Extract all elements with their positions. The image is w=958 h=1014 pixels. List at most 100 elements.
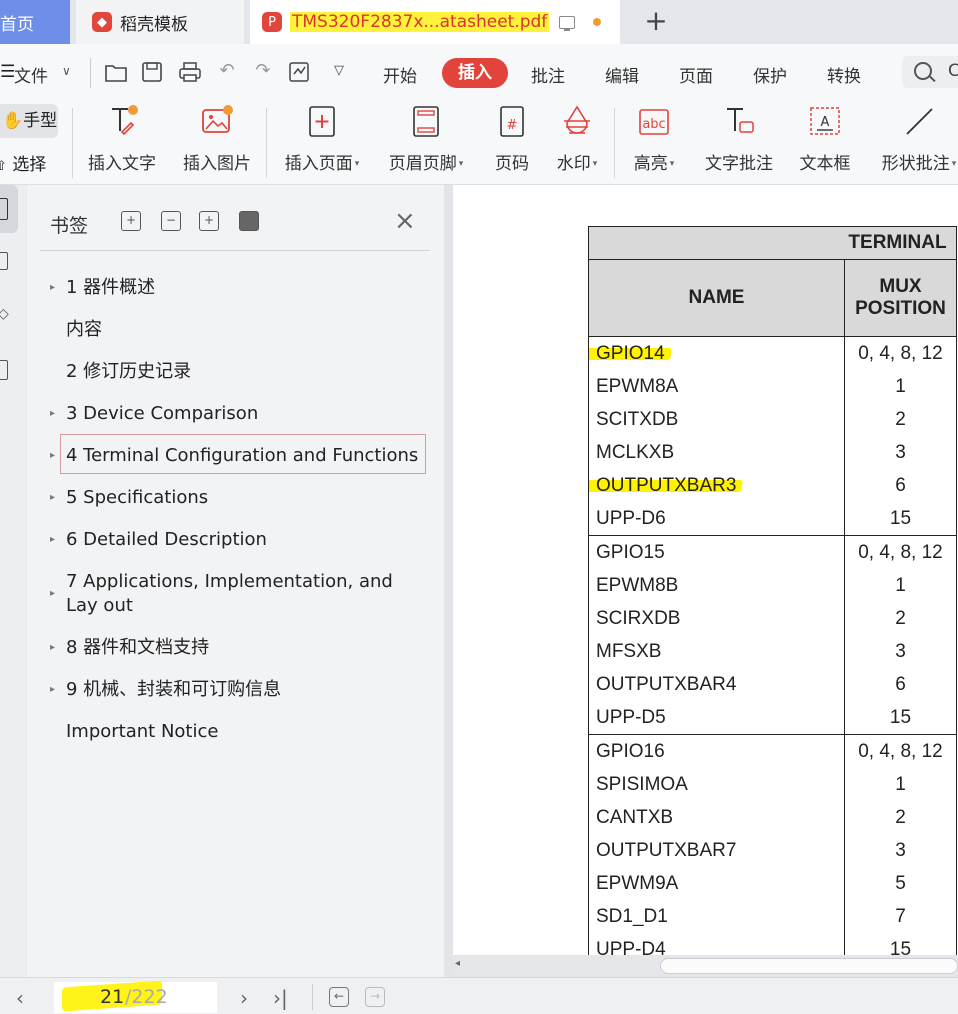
comment-panel-icon[interactable] [0,252,8,270]
remove-bookmark-icon[interactable]: − [161,211,181,231]
expand-arrow-icon[interactable]: ▸ [50,492,55,503]
divider [72,108,73,178]
bookmark-item[interactable]: 5 Specifications [66,486,426,510]
table-row: GPIO16 SPISIMOA CANTXB OUTPUTXBAR7 EPWM9… [588,734,957,955]
add-bookmark-icon[interactable]: + [121,211,141,231]
page-number-icon: # [500,106,524,137]
text-box-button[interactable]: A 文本框 [796,104,854,174]
close-icon[interactable]: × [394,206,416,236]
back-icon[interactable]: ← [329,987,349,1007]
pin-name: OUTPUTXBAR3 [596,475,737,496]
menu-file[interactable]: 文件 [14,62,48,87]
mux-value: 15 [889,707,912,728]
pin-name: EPWM9A [596,873,679,894]
save-icon[interactable] [141,61,163,83]
tab-templates[interactable]: ◆ 稻壳模板 [76,0,244,44]
menu-edit[interactable]: 编辑 [605,62,639,87]
expand-arrow-icon[interactable]: ▸ [50,642,55,653]
cursor-icon: ⇧ [0,159,7,174]
expand-arrow-icon[interactable]: ▸ [50,450,55,461]
shape-comment-button[interactable]: 形状批注 ▾ [874,104,958,174]
highlight-icon: abc [639,109,669,135]
mux-value: 6 [895,475,906,496]
tab-document-title: TMS320F2837x...atasheet.pdf [290,12,550,32]
attachment-icon[interactable]: ◇ [0,306,9,322]
last-page-icon[interactable]: ›| [273,986,288,1010]
unsaved-indicator-icon [593,18,602,26]
bookmark-item[interactable]: 6 Detailed Description [66,528,426,552]
bookmark-item[interactable]: 2 修订历史记录 [66,360,426,384]
panel-splitter[interactable] [444,185,453,977]
header-footer-label: 页眉页脚 ▾ [388,154,464,174]
highlight-button[interactable]: abc 高亮 ▾ [628,104,680,174]
expand-arrow-icon[interactable]: ▸ [50,684,55,695]
export-icon[interactable] [288,61,312,83]
mux-value: 0, 4, 8, 12 [858,542,943,563]
bookmark-item[interactable]: 1 器件概述 [66,276,426,300]
menu-convert[interactable]: 转换 [827,62,861,87]
mux-value: 15 [889,508,912,529]
print-icon[interactable] [178,61,202,83]
open-folder-icon[interactable] [104,61,128,83]
text-comment-button[interactable]: 文字批注 [702,104,776,174]
hand-tool-button[interactable]: ✋手型 [0,104,58,138]
undo-icon[interactable]: ↶ [216,60,238,82]
menu-start[interactable]: 开始 [383,62,417,87]
bookmark-icon[interactable] [239,211,259,231]
bookmark-panel-toggle[interactable] [0,185,18,233]
tab-document[interactable]: P TMS320F2837x...atasheet.pdf [250,0,620,44]
divider [90,58,91,88]
new-tab-button[interactable]: + [640,6,672,38]
mux-value: 2 [895,608,906,629]
next-page-icon[interactable]: › [240,986,248,1010]
mux-value: 5 [895,873,906,894]
hand-icon: ✋ [2,111,24,131]
table-row: GPIO14 EPWM8A SCITXDB MCLKXB OUTPUTXBAR3… [588,336,957,536]
previous-page-icon[interactable]: ‹ [16,986,24,1010]
bookmark-item[interactable]: 8 器件和文档支持 [66,636,426,660]
insert-text-button[interactable]: 插入文字 [86,104,158,174]
mux-position-cell: 0, 4, 8, 12 1 2 3 6 15 [844,535,957,735]
document-icon[interactable] [0,360,8,380]
chevron-down-icon[interactable]: ∨ [62,64,71,78]
hamburger-icon[interactable]: ☰ [0,62,15,82]
bookmark-item[interactable]: 3 Device Comparison [66,402,426,426]
redo-icon[interactable]: ↷ [252,60,274,82]
tab-home[interactable]: 首页 [0,0,70,44]
bookmark-item-selected[interactable]: 4 Terminal Configuration and Functions [66,444,426,468]
header-footer-button[interactable]: 页眉页脚 ▾ [384,104,468,174]
pin-name: OUTPUTXBAR4 [596,674,737,695]
expand-arrow-icon[interactable]: ▸ [50,588,55,599]
side-toolbar [0,185,26,977]
insert-page-button[interactable]: 插入页面 ▾ [280,104,364,174]
menu-page[interactable]: 页面 [679,62,713,87]
more-dropdown-icon[interactable]: ▽ [328,60,350,82]
watermark-button[interactable]: 水印 ▾ [552,104,602,174]
expand-arrow-icon[interactable]: ▸ [50,282,55,293]
expand-arrow-icon[interactable]: ▸ [50,534,55,545]
select-tool-button[interactable]: ⇧ 选择 [0,150,46,175]
line-shape-icon [906,108,933,135]
add-child-bookmark-icon[interactable]: + [199,211,219,231]
monitor-icon[interactable] [559,15,576,31]
search-box[interactable]: C [902,56,958,88]
bookmark-item[interactable]: 7 Applications, Implementation, and Lay … [66,570,422,618]
forward-icon[interactable]: → [365,987,385,1007]
expand-arrow-icon[interactable]: ▸ [50,408,55,419]
menu-insert[interactable]: 插入 [442,58,508,88]
mux-value: 1 [895,575,906,596]
text-box-icon: A [810,107,840,135]
pin-name: GPIO15 [596,542,665,563]
bookmark-item[interactable]: 内容 [66,318,426,342]
pin-name-cell: GPIO14 EPWM8A SCITXDB MCLKXB OUTPUTXBAR3… [588,336,845,536]
page-number-button[interactable]: # 页码 [488,104,536,174]
scroll-left-arrow-icon[interactable]: ◂ [455,958,460,969]
menu-protect[interactable]: 保护 [753,62,787,87]
bookmark-item[interactable]: Important Notice [66,720,426,744]
scrollbar-thumb[interactable] [660,958,958,974]
bookmark-item[interactable]: 9 机械、封装和可订购信息 [66,678,426,702]
mux-position-cell: 0, 4, 8, 12 1 2 3 6 15 [844,336,957,536]
tab-bar: 首页 ◆ 稻壳模板 P TMS320F2837x...atasheet.pdf … [0,0,958,44]
insert-image-button[interactable]: 插入图片 [180,104,254,174]
menu-comment[interactable]: 批注 [531,62,565,87]
